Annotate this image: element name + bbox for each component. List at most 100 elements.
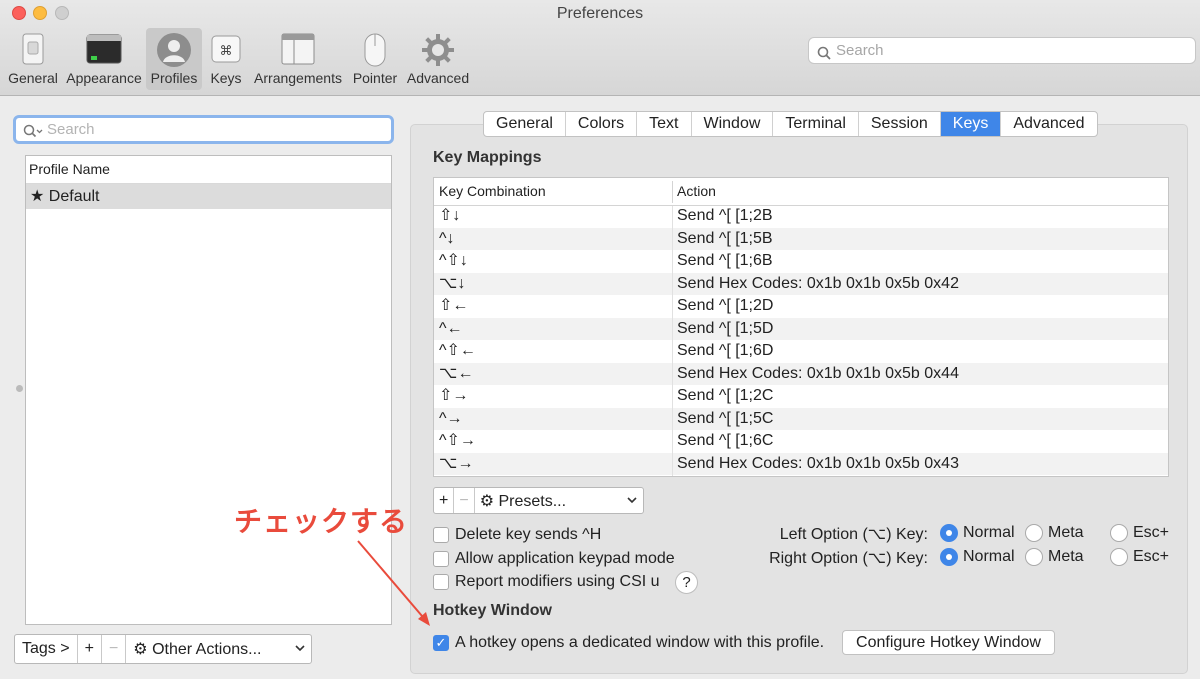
key-mapping-row[interactable]: ⇧↓ Send ^[ [1;2B [434,205,1168,228]
hotkey-dedicated-window-checkbox[interactable]: ✓ A hotkey opens a dedicated window with… [433,634,824,652]
star-icon: ★ [30,188,45,205]
radio-label: Esc+ [1133,548,1170,565]
key-combination-cell: ^→ [439,409,463,427]
key-mappings-actions-bar: + − ⚙ Presets... [433,487,644,514]
right-option-normal-radio[interactable]: Normal [940,548,1015,566]
gear-icon: ⚙ [479,491,495,510]
profiles-icon [156,32,192,71]
add-profile-button[interactable]: + [78,635,102,663]
key-mapping-row[interactable]: ⇧→ Send ^[ [1;2C [434,385,1168,408]
key-mapping-row[interactable]: ⌥← Send Hex Codes: 0x1b 0x1b 0x5b 0x44 [434,362,1168,385]
toolbar-appearance[interactable]: Appearance [64,28,144,90]
window-title: Preferences [556,5,644,22]
checkbox-label: Allow application keypad mode [455,550,675,567]
checkmark-icon: ✓ [433,635,449,651]
key-mapping-row[interactable]: ⌥↓ Send Hex Codes: 0x1b 0x1b 0x5b 0x42 [434,272,1168,295]
tab-advanced[interactable]: Advanced [1001,112,1096,136]
key-mapping-row[interactable]: ^← Send ^[ [1;5D [434,317,1168,340]
radio-dot [940,548,958,566]
delete-key-sends-h-checkbox[interactable]: Delete key sends ^H [433,526,601,544]
action-column-header[interactable]: Action [677,183,716,199]
tab-window[interactable]: Window [692,112,774,136]
radio-dot [1025,524,1043,542]
svg-text:⌘: ⌘ [220,44,233,59]
action-cell: Send ^[ [1;2C [677,387,774,404]
keypad-mode-checkbox[interactable]: Allow application keypad mode [433,550,675,568]
annotation-arrow-icon [357,540,430,626]
radio-label: Normal [963,548,1015,565]
key-mapping-row[interactable]: ^⇧→ Send ^[ [1;6C [434,430,1168,453]
toolbar-general[interactable]: General [4,28,62,90]
split-view-handle[interactable] [16,385,23,392]
tab-terminal[interactable]: Terminal [773,112,859,136]
keys-icon: ⌘ [210,32,242,67]
profile-tabs: General Colors Text Window Terminal Sess… [483,111,1098,137]
csi-u-checkbox[interactable]: Report modifiers using CSI u [433,573,660,591]
advanced-icon [420,32,456,71]
gear-icon: ⚙ [133,639,148,658]
action-cell: Send ^[ [1;5D [677,319,774,337]
profile-row-label: Default [48,188,100,205]
toolbar-keys[interactable]: ⌘ Keys [205,28,247,90]
left-option-normal-radio[interactable]: Normal [940,524,1015,542]
key-combination-cell: ⌥← [439,364,474,382]
profile-search-input[interactable]: Search [13,115,394,144]
remove-profile-button[interactable]: − [102,635,127,663]
key-combination-cell: ^⇧→ [439,432,476,449]
general-icon [16,32,50,69]
presets-dropdown[interactable]: ⚙ Presets... [475,488,643,513]
toolbar-search-placeholder: Search [836,42,884,59]
left-option-meta-radio[interactable]: Meta [1025,524,1084,542]
action-cell: Send Hex Codes: 0x1b 0x1b 0x5b 0x43 [677,454,959,472]
radio-dot [1025,548,1043,566]
key-mappings-table: Key Combination Action ⌥↑Send Hex Codes:… [433,177,1169,477]
right-option-esc-radio[interactable]: Esc+ [1110,548,1169,566]
key-combination-column-header[interactable]: Key Combination [439,183,546,199]
hotkey-window-title: Hotkey Window [433,602,552,619]
radio-label: Normal [963,524,1015,541]
left-option-label: Left Option (⌥) Key: [779,526,928,543]
arrangements-icon [280,32,316,69]
action-cell: Send ^[ [1;6C [677,432,774,449]
key-combination-cell: ^↓ [439,229,455,247]
add-mapping-button[interactable]: + [434,488,455,513]
action-cell: Send ^[ [1;6B [677,252,773,269]
radio-label: Esc+ [1133,524,1170,541]
key-mapping-row[interactable]: ^⇧↓ Send ^[ [1;6B [434,250,1168,273]
chevron-down-icon [295,635,305,663]
tab-text[interactable]: Text [637,112,692,136]
action-cell: Send ^[ [1;6D [677,342,774,359]
tab-keys[interactable]: Keys [940,112,1002,136]
tab-colors[interactable]: Colors [566,112,638,136]
remove-mapping-button[interactable]: − [454,488,475,513]
configure-hotkey-window-button[interactable]: Configure Hotkey Window [842,630,1055,655]
right-option-meta-radio[interactable]: Meta [1025,548,1084,566]
action-cell: Send ^[ [1;5C [677,409,774,427]
toolbar-advanced[interactable]: Advanced [405,28,471,90]
key-combination-cell: ^⇧↓ [439,252,468,269]
key-combination-cell: ⇧← [439,297,469,314]
toolbar-pointer[interactable]: Pointer [350,28,400,90]
key-mapping-row[interactable]: ^→ Send ^[ [1;5C [434,407,1168,430]
checkbox-label: Report modifiers using CSI u [455,573,660,590]
presets-label: Presets... [498,493,567,510]
tab-session[interactable]: Session [859,112,941,136]
toolbar-arrangements[interactable]: Arrangements [251,28,345,90]
key-mapping-row[interactable]: ⇧← Send ^[ [1;2D [434,295,1168,318]
key-mapping-row[interactable]: ⌥→ Send Hex Codes: 0x1b 0x1b 0x5b 0x43 [434,452,1168,475]
profile-name-column-header[interactable]: Profile Name [26,156,391,184]
profile-search-placeholder: Search [47,121,95,138]
tags-button[interactable]: Tags > [15,635,78,663]
search-icon [23,122,43,145]
toolbar-profiles[interactable]: Profiles [146,28,202,90]
other-actions-dropdown[interactable]: ⚙ Other Actions... [126,635,311,663]
profile-row-default[interactable]: ★ Default [26,184,391,209]
toolbar-search-input[interactable]: Search [808,37,1196,64]
left-option-esc-radio[interactable]: Esc+ [1110,524,1169,542]
help-button[interactable]: ? [675,571,698,594]
key-mapping-row[interactable]: ^↓ Send ^[ [1;5B [434,227,1168,250]
window-toolbar: Preferences General Appearance Profiles … [0,0,1200,96]
key-mapping-row[interactable]: ^⇧← Send ^[ [1;6D [434,340,1168,363]
annotation-text: チェックする [234,506,409,537]
tab-general[interactable]: General [484,112,566,136]
